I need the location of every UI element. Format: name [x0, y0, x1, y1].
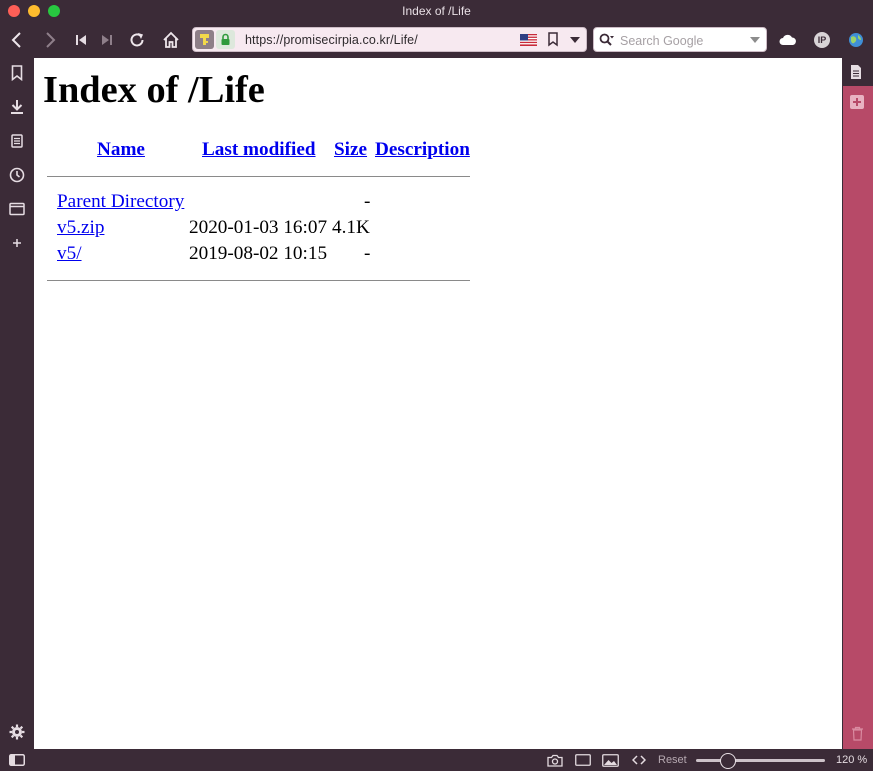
- row-size: -: [364, 191, 371, 212]
- column-header-name[interactable]: Name: [97, 139, 145, 161]
- column-header-description[interactable]: Description: [375, 139, 470, 161]
- camera-icon: [547, 754, 563, 767]
- code-icon: [632, 755, 646, 765]
- add-web-panel-button[interactable]: [5, 231, 29, 255]
- search-icon: [599, 33, 614, 46]
- column-header-last-modified[interactable]: Last modified: [202, 139, 316, 161]
- back-button[interactable]: [5, 28, 29, 52]
- images-toggle-button[interactable]: [602, 753, 619, 767]
- left-sidebar: [0, 58, 34, 749]
- search-field[interactable]: Search Google: [593, 27, 767, 52]
- capture-button[interactable]: [547, 753, 563, 767]
- tiling-button[interactable]: [575, 753, 591, 767]
- row-link-parent-directory[interactable]: Parent Directory: [57, 191, 184, 213]
- notes-icon: [11, 134, 23, 148]
- footer-divider: [47, 280, 470, 281]
- row-size: 4.1K: [332, 217, 370, 238]
- row-size: -: [364, 243, 371, 264]
- chevron-down-icon[interactable]: [570, 37, 580, 44]
- trash-icon: [852, 726, 863, 741]
- globe-extension-button[interactable]: [846, 30, 866, 50]
- add-note-button[interactable]: [849, 94, 865, 115]
- key-icon[interactable]: [195, 30, 214, 49]
- window-panel-button[interactable]: [5, 197, 29, 221]
- zoom-level: 120 %: [836, 754, 868, 766]
- history-panel-button[interactable]: [5, 163, 29, 187]
- home-icon: [163, 31, 179, 48]
- fast-forward-button[interactable]: [95, 28, 119, 52]
- page-content: Index of /Life Name Last modified Size D…: [34, 58, 842, 749]
- address-bar[interactable]: https://promisecirpia.co.kr/Life/: [192, 27, 587, 52]
- image-icon: [602, 753, 619, 767]
- column-header-size[interactable]: Size: [334, 139, 367, 161]
- notes-panel-strip: [843, 86, 873, 749]
- page-actions-button[interactable]: [632, 753, 646, 767]
- clock-icon: [9, 167, 25, 183]
- trash-button[interactable]: [851, 726, 864, 746]
- us-flag-icon[interactable]: [520, 34, 537, 46]
- rewind-icon: [76, 35, 86, 45]
- search-placeholder: Search Google: [620, 34, 704, 48]
- header-divider: [47, 176, 470, 177]
- fast-forward-icon: [102, 35, 112, 45]
- url-text[interactable]: https://promisecirpia.co.kr/Life/: [245, 33, 418, 47]
- page-heading: Index of /Life: [43, 69, 265, 111]
- window-icon: [9, 202, 25, 216]
- panel-toggle-icon: [9, 754, 25, 766]
- zoom-slider-track[interactable]: [696, 759, 825, 762]
- window-title: Index of /Life: [402, 4, 471, 18]
- download-icon: [11, 100, 23, 114]
- row-modified: 2020-01-03 16:07: [189, 217, 328, 238]
- settings-button[interactable]: [5, 720, 29, 744]
- page-info-button[interactable]: [849, 64, 863, 85]
- document-icon: [851, 65, 861, 79]
- reload-button[interactable]: [125, 28, 149, 52]
- plus-icon: [13, 239, 21, 247]
- reload-icon: [130, 33, 144, 47]
- forward-button[interactable]: [38, 28, 62, 52]
- status-bar: Reset 120 %: [0, 749, 873, 771]
- globe-icon: [849, 33, 863, 47]
- gear-icon: [9, 724, 25, 740]
- plus-box-icon: [850, 95, 864, 109]
- toggle-panel-button[interactable]: [9, 753, 25, 767]
- home-button[interactable]: [159, 28, 183, 52]
- back-arrow-icon: [11, 32, 21, 48]
- tile-icon: [575, 754, 591, 766]
- lock-icon[interactable]: [216, 30, 235, 49]
- downloads-panel-button[interactable]: [5, 95, 29, 119]
- forward-arrow-icon: [46, 32, 56, 48]
- cloud-icon: [779, 34, 796, 45]
- navigation-toolbar: https://promisecirpia.co.kr/Life/ Search…: [0, 22, 873, 58]
- title-bar: Index of /Life: [0, 0, 873, 22]
- bookmark-icon[interactable]: [547, 32, 559, 47]
- row-link-v5-folder[interactable]: v5/: [57, 243, 82, 265]
- zoom-slider-handle[interactable]: [720, 753, 736, 769]
- notes-panel-button[interactable]: [5, 129, 29, 153]
- ip-extension-button[interactable]: IP: [814, 32, 830, 48]
- zoom-reset-button[interactable]: Reset: [658, 754, 687, 766]
- rewind-button[interactable]: [69, 28, 93, 52]
- row-link-v5-zip[interactable]: v5.zip: [57, 217, 104, 239]
- bookmarks-panel-button[interactable]: [5, 61, 29, 85]
- ip-badge-label: IP: [817, 35, 827, 45]
- cloud-sync-button[interactable]: [778, 30, 798, 50]
- search-engine-dropdown-icon[interactable]: [750, 37, 760, 44]
- bookmark-icon: [11, 65, 23, 81]
- row-modified: 2019-08-02 10:15: [189, 243, 328, 264]
